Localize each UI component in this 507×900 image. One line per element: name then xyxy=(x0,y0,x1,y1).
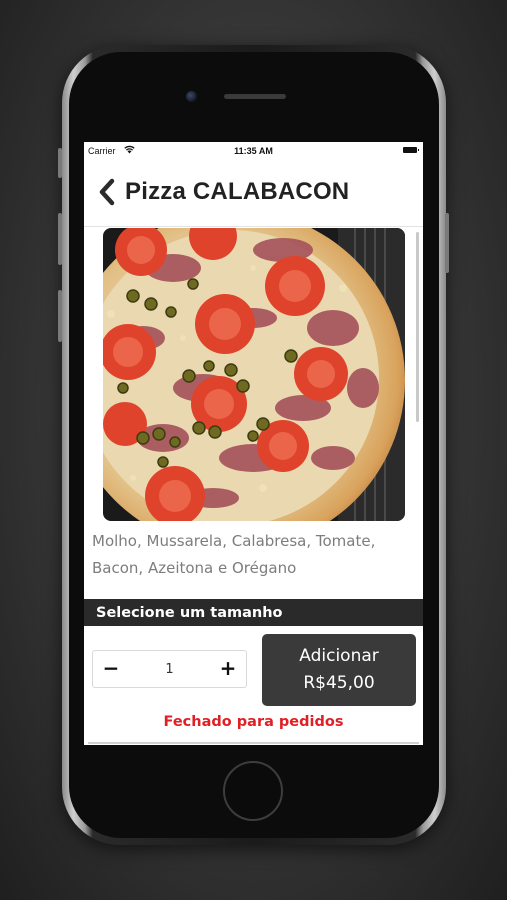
scroll-indicator[interactable] xyxy=(416,232,419,422)
quantity-stepper: − 1 + xyxy=(92,650,247,688)
closed-status-message: Fechado para pedidos xyxy=(163,714,344,730)
status-bar: Carrier 11:35 AM xyxy=(84,142,423,160)
front-camera xyxy=(186,91,197,102)
home-button[interactable] xyxy=(223,761,283,821)
status-time: 11:35 AM xyxy=(234,146,273,156)
product-description: Molho, Mussarela, Calabresa, Tomate, Bac… xyxy=(92,532,376,577)
back-chevron-icon[interactable] xyxy=(96,177,118,207)
earpiece-speaker xyxy=(224,94,286,99)
increase-quantity-button[interactable]: + xyxy=(210,651,246,687)
add-to-cart-button[interactable]: Adicionar R$45,00 xyxy=(262,634,416,706)
app-screen: Carrier 11:35 AM Pizza CALABACON Molho, … xyxy=(84,142,423,745)
volume-up-button xyxy=(58,213,62,265)
nav-bar: Pizza CALABACON xyxy=(84,160,423,227)
size-section-title: Selecione um tamanho xyxy=(96,605,283,621)
order-bar: − 1 + Adicionar R$45,00 Fechado para ped… xyxy=(84,626,423,745)
add-button-price: R$45,00 xyxy=(303,673,375,693)
add-button-label: Adicionar xyxy=(299,646,379,666)
page-title: Pizza CALABACON xyxy=(125,178,350,205)
bottom-divider xyxy=(88,742,419,744)
volume-down-button xyxy=(58,290,62,342)
size-section-header: Selecione um tamanho xyxy=(84,599,423,626)
product-image xyxy=(103,228,405,521)
decrease-quantity-button[interactable]: − xyxy=(93,651,129,687)
battery-icon xyxy=(403,147,419,153)
quantity-value: 1 xyxy=(165,662,174,677)
power-button xyxy=(445,213,449,273)
mute-switch xyxy=(58,148,62,178)
